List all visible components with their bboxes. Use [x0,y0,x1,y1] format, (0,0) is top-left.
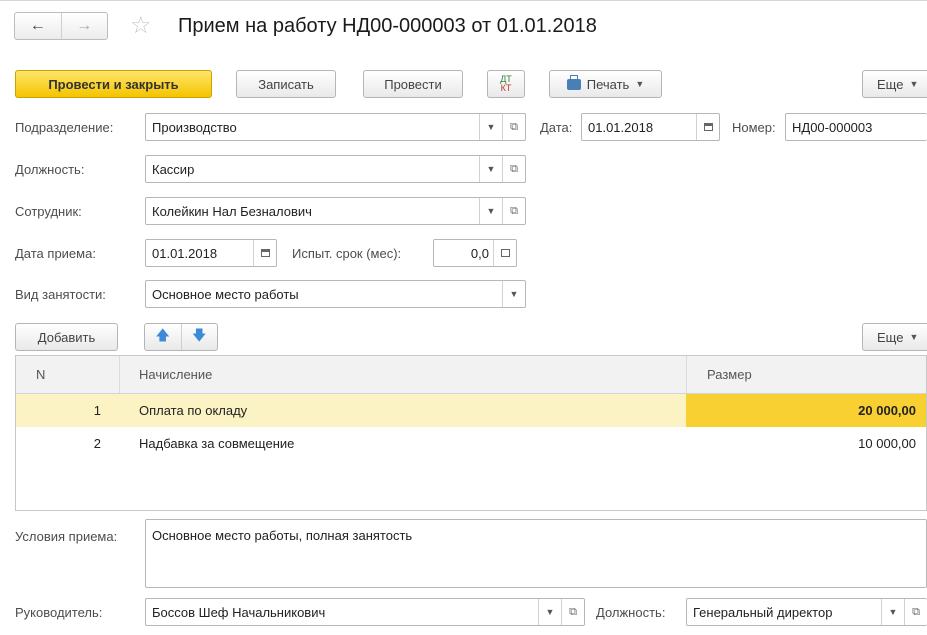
favorite-star-icon[interactable]: ☆ [130,13,152,39]
dt-kt-icon: ДТ КТ [500,75,512,93]
back-button[interactable]: ← [15,13,61,39]
open-icon: ⧉ [510,162,518,175]
hire-date-field[interactable]: 01.01.2018 [145,239,277,267]
probation-value: 0,0 [470,245,489,261]
more-button[interactable]: Еще ▼ [862,70,927,98]
position-field[interactable]: Кассир ▼ ⧉ [145,155,526,183]
chevron-down-icon: ▼ [909,332,919,342]
conditions-label: Условия приема: [15,529,118,544]
manager-position-label: Должность: [596,605,666,620]
date-label: Дата: [540,120,573,135]
dt-kt-button[interactable]: ДТ КТ [487,70,525,98]
table-more-label: Еще [877,329,904,345]
open-icon: ⧉ [510,120,518,133]
add-row-button[interactable]: Добавить [15,323,118,351]
column-divider [686,356,687,393]
column-divider [119,356,120,393]
open-button[interactable]: ⧉ [904,599,927,625]
employee-field[interactable]: Колейкин Нал Безналович ▼ ⧉ [145,197,526,225]
open-button[interactable]: ⧉ [502,156,525,182]
post-and-close-button[interactable]: Провести и закрыть [15,70,212,98]
open-icon: ⧉ [912,605,920,618]
employment-type-field[interactable]: Основное место работы ▼ [145,280,526,308]
calendar-button[interactable] [696,114,719,140]
kt-label: КТ [500,83,512,93]
employee-label: Сотрудник: [15,204,82,219]
manager-value: Боссов Шеф Начальникович [152,604,326,620]
accrual-cell: Надбавка за совмещение [139,436,295,451]
open-icon: ⧉ [569,605,577,618]
conditions-textarea[interactable]: Основное место работы, полная занятость [145,519,927,588]
probation-field[interactable]: 0,0 [433,239,517,267]
employee-value: Колейкин Нал Безналович [152,203,312,219]
table-header: N Начисление Размер [16,356,926,394]
calculator-button[interactable] [493,240,516,266]
dropdown-button[interactable]: ▼ [479,114,502,140]
manager-label: Руководитель: [15,605,103,620]
number-label: Номер: [732,120,776,135]
row-number: 1 [93,403,101,418]
forward-button[interactable]: → [60,13,108,39]
amount-cell[interactable]: 20 000,00 [686,394,926,427]
column-header-amount[interactable]: Размер [707,356,752,393]
move-down-button[interactable]: 🡇 [180,324,218,350]
arrow-right-icon: → [76,17,93,34]
employment-type-label: Вид занятости: [15,287,106,302]
accruals-table: N Начисление Размер 1 Оплата по окладу 2… [15,355,927,511]
move-up-button[interactable]: 🡅 [145,324,181,350]
department-label: Подразделение: [15,120,114,135]
hire-date-label: Дата приема: [15,246,96,261]
move-buttons: 🡅 🡇 [144,323,218,351]
table-row[interactable]: 2 Надбавка за совмещение 10 000,00 [16,427,926,460]
chevron-down-icon: ▼ [635,79,645,89]
arrow-down-icon: 🡇 [192,327,207,343]
dropdown-button[interactable]: ▼ [881,599,904,625]
manager-position-field[interactable]: Генеральный директор ▼ ⧉ [686,598,927,626]
arrow-up-icon: 🡅 [155,327,170,343]
department-field[interactable]: Производство ▼ ⧉ [145,113,526,141]
manager-position-value: Генеральный директор [693,604,833,620]
print-label: Печать [586,76,630,92]
number-value: НД00-000003 [792,119,873,135]
save-button[interactable]: Записать [236,70,336,98]
position-label: Должность: [15,162,85,177]
printer-icon [566,74,581,90]
calculator-icon [500,249,510,257]
open-icon: ⧉ [510,204,518,217]
accrual-cell: Оплата по окладу [139,403,248,418]
open-button[interactable]: ⧉ [502,198,525,224]
post-button[interactable]: Провести [363,70,463,98]
calendar-button[interactable] [253,240,276,266]
calendar-icon [703,123,713,131]
open-button[interactable]: ⧉ [561,599,584,625]
page-title: Прием на работу НД00-000003 от 01.01.201… [178,15,597,37]
dropdown-button[interactable]: ▼ [479,198,502,224]
row-number: 2 [93,436,101,451]
dropdown-button[interactable]: ▼ [538,599,561,625]
table-row[interactable]: 1 Оплата по окладу 20 000,00 [16,394,926,427]
department-value: Производство [152,119,237,135]
column-header-n[interactable]: N [36,356,45,393]
date-value: 01.01.2018 [588,119,654,135]
open-button[interactable]: ⧉ [502,114,525,140]
calendar-icon [260,249,270,257]
arrow-left-icon: ← [29,17,46,34]
amount-cell[interactable]: 10 000,00 [686,427,926,460]
dropdown-button[interactable]: ▼ [479,156,502,182]
date-field[interactable]: 01.01.2018 [581,113,720,141]
column-header-accrual[interactable]: Начисление [139,356,212,393]
position-value: Кассир [152,161,195,177]
hire-date-value: 01.01.2018 [152,245,218,261]
dropdown-button[interactable]: ▼ [502,281,525,307]
more-label: Еще [877,76,904,92]
table-more-button[interactable]: Еще ▼ [862,323,927,351]
navigation-buttons: ← → [14,12,108,40]
chevron-down-icon: ▼ [909,79,919,89]
probation-label: Испыт. срок (мес): [292,246,402,261]
manager-field[interactable]: Боссов Шеф Начальникович ▼ ⧉ [145,598,585,626]
print-button[interactable]: Печать ▼ [549,70,662,98]
number-field[interactable]: НД00-000003 [785,113,927,141]
employment-type-value: Основное место работы [152,286,299,302]
